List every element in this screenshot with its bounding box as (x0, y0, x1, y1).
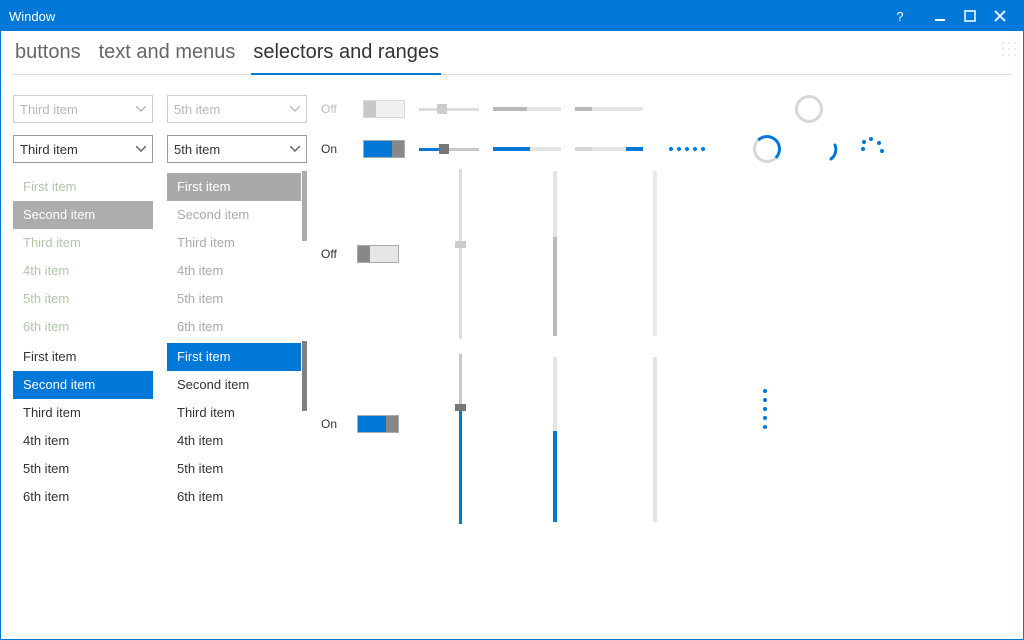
vprogress-enabled-2 (653, 357, 657, 522)
combo-enabled-2[interactable]: 5th item (167, 135, 307, 163)
vslider-enabled[interactable] (453, 354, 467, 524)
list-item[interactable]: 6th item (13, 483, 153, 511)
maximize-button[interactable] (955, 1, 985, 31)
client-area: buttons text and menus selectors and ran… (1, 31, 1023, 639)
list-item[interactable]: 6th item (167, 483, 301, 511)
list-item: Second item (13, 201, 153, 229)
window-title: Window (9, 9, 55, 24)
tab-text-menus[interactable]: text and menus (97, 41, 238, 70)
combo-disabled-1: Third item (13, 95, 153, 123)
close-icon (994, 10, 1006, 22)
list-item[interactable]: First item (13, 343, 153, 371)
list-item: First item (167, 173, 301, 201)
list-item[interactable]: 5th item (13, 455, 153, 483)
list-item: Third item (167, 229, 301, 257)
titlebar: Window ? (1, 1, 1023, 31)
chevron-down-icon (136, 146, 146, 152)
toggle-on-2[interactable] (357, 415, 399, 433)
listbox-disabled-1: First item Second item Third item 4th it… (13, 169, 153, 339)
vprogress-enabled-1 (553, 357, 557, 522)
progress-ring-disabled (795, 95, 823, 123)
progress-arc (811, 135, 839, 163)
progress-ring-dots (857, 135, 885, 163)
chevron-down-icon (136, 106, 146, 112)
combo-disabled-2: 5th item (167, 95, 307, 123)
vslider-disabled (453, 169, 467, 339)
list-item: 6th item (13, 313, 153, 341)
row-disabled: Third item 5th item Off (13, 89, 1011, 129)
list-item: Second item (167, 201, 301, 229)
minimize-icon (934, 10, 946, 22)
combo-enabled-1[interactable]: Third item (13, 135, 153, 163)
listbox-enabled-2[interactable]: First item Second item Third item 4th it… (167, 339, 307, 509)
tab-buttons[interactable]: buttons (13, 41, 83, 70)
hprogress-disabled-1 (493, 107, 561, 111)
combo-value: 5th item (174, 102, 220, 117)
minimize-button[interactable] (925, 1, 955, 31)
vtoggle-column: Off On (321, 169, 399, 509)
grip-icon (999, 39, 1019, 59)
toggle-label-off: Off (321, 247, 349, 261)
toggle-off-2[interactable] (357, 245, 399, 263)
help-icon: ? (896, 9, 903, 24)
list-item: 6th item (167, 313, 301, 341)
list-item[interactable]: Third item (13, 399, 153, 427)
row-enabled: Third item 5th item On (13, 129, 1011, 169)
tab-bar: buttons text and menus selectors and ran… (13, 41, 1011, 75)
hprogress-enabled-1 (493, 147, 561, 151)
list-item[interactable]: 4th item (13, 427, 153, 455)
list-item: 4th item (13, 257, 153, 285)
toggle-label-on: On (321, 417, 349, 431)
listbox-disabled-2: First item Second item Third item 4th it… (167, 169, 307, 339)
help-button[interactable]: ? (885, 1, 915, 31)
toggle-label-on: On (321, 142, 349, 156)
toggle-label-off: Off (321, 102, 349, 116)
hprogress-disabled-2 (575, 107, 643, 111)
hslider-enabled[interactable] (419, 141, 479, 157)
combo-value: 5th item (174, 142, 220, 157)
chevron-down-icon (290, 106, 300, 112)
list-item[interactable]: First item (167, 343, 301, 371)
combo-value: Third item (20, 102, 78, 117)
maximize-icon (964, 10, 976, 22)
vertical-widgets (413, 169, 1011, 529)
list-item[interactable]: Second item (167, 371, 301, 399)
list-item[interactable]: Third item (167, 399, 301, 427)
hslider-disabled (419, 101, 479, 117)
list-item: 5th item (167, 285, 301, 313)
lists-section: First item Second item Third item 4th it… (13, 169, 1011, 529)
chevron-down-icon (290, 146, 300, 152)
progress-ring-active (753, 135, 781, 163)
list-item: 5th item (13, 285, 153, 313)
list-item: 4th item (167, 257, 301, 285)
toggle-disabled-off (363, 100, 405, 118)
tab-selectors-ranges[interactable]: selectors and ranges (251, 41, 441, 75)
list-item[interactable]: 4th item (167, 427, 301, 455)
list-item: First item (13, 173, 153, 201)
indeterminate-dots-vertical (763, 389, 767, 429)
combo-value: Third item (20, 142, 78, 157)
list-item: Third item (13, 229, 153, 257)
vprogress-disabled-2 (653, 171, 657, 336)
list-item[interactable]: 5th item (167, 455, 301, 483)
toggle-enabled-on[interactable] (363, 140, 405, 158)
indeterminate-dots (657, 147, 717, 151)
hprogress-enabled-2 (575, 147, 643, 151)
app-window: Window ? buttons text and menus selector… (0, 0, 1024, 640)
close-button[interactable] (985, 1, 1015, 31)
list-item[interactable]: Second item (13, 371, 153, 399)
vprogress-disabled-1 (553, 171, 557, 336)
listbox-enabled-1[interactable]: First item Second item Third item 4th it… (13, 339, 153, 509)
